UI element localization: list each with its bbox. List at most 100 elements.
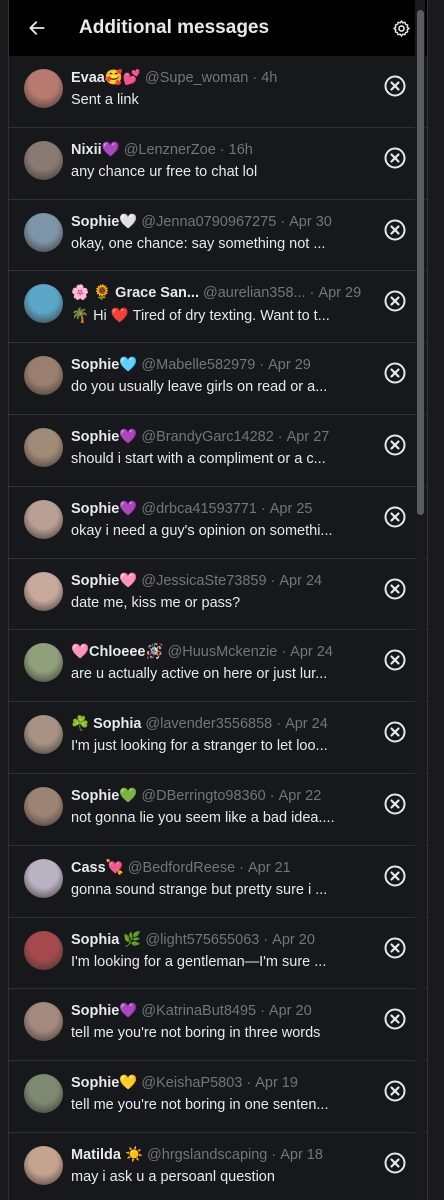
- sender-name[interactable]: Cass💘: [71, 859, 124, 876]
- dismiss-button[interactable]: [383, 720, 407, 744]
- sender-name[interactable]: Sophia 🌿: [71, 931, 141, 948]
- message-request-row[interactable]: 🌸 🌻 Grace San... @aurelian358... · Apr 2…: [9, 271, 427, 344]
- separator-dot: ·: [260, 1003, 265, 1020]
- avatar[interactable]: [24, 1074, 63, 1114]
- sender-name[interactable]: Sophie🤍: [71, 213, 137, 230]
- sender-handle: @JessicaSte73859: [141, 572, 267, 589]
- sender-name[interactable]: 🩷Chloeee🪅: [71, 643, 164, 660]
- dismiss-button[interactable]: [383, 792, 407, 816]
- avatar[interactable]: [24, 1002, 63, 1042]
- message-preview: okay i need a guy's opinion on somethi..…: [71, 522, 333, 539]
- message-request-row[interactable]: Sophie💜 @KatrinaBut8495 · Apr 20 tell me…: [9, 989, 427, 1062]
- avatar[interactable]: [24, 930, 63, 970]
- sender-handle: @BedfordReese: [127, 859, 236, 876]
- dismiss-button[interactable]: [383, 433, 407, 457]
- dismiss-button[interactable]: [383, 1007, 407, 1031]
- message-preview: tell me you're not boring in one senten.…: [71, 1097, 329, 1114]
- sender-name[interactable]: Sophie💛: [71, 1074, 137, 1091]
- message-meta: Sophie💜 @BrandyGarc14282 · Apr 27: [71, 428, 365, 448]
- separator-dot: ·: [271, 1146, 277, 1163]
- avatar[interactable]: [24, 356, 63, 396]
- arrow-left-icon: [29, 21, 45, 35]
- message-request-row[interactable]: Evaa🥰💕 @Supe_woman · 4h Sent a link: [9, 56, 427, 128]
- message-time: Apr 30: [289, 213, 332, 230]
- message-request-row[interactable]: Sophie💜 @drbca41593771 · Apr 25 okay i n…: [9, 487, 427, 559]
- dismiss-button[interactable]: [383, 864, 407, 888]
- message-request-row[interactable]: ☘️ Sophia @lavender3556858 · Apr 24 I'm …: [9, 702, 427, 774]
- sender-handle: @DBerringto98360: [141, 787, 266, 804]
- sender-name[interactable]: Sophie💚: [71, 787, 137, 804]
- dismiss-button[interactable]: [383, 1079, 407, 1103]
- dismiss-button[interactable]: [383, 648, 407, 672]
- scrollbar[interactable]: [415, 0, 425, 1200]
- sender-name[interactable]: Nixii💜: [71, 141, 120, 158]
- sender-name[interactable]: Sophie🩵: [71, 356, 137, 373]
- message-preview: I'm looking for a gentleman—I'm sure ...: [71, 953, 327, 970]
- avatar[interactable]: [24, 140, 63, 180]
- dismiss-button[interactable]: [383, 1151, 407, 1175]
- avatar[interactable]: [24, 858, 63, 898]
- message-request-row[interactable]: Sophie🤍 @Jenna0790967275 · Apr 30 okay, …: [9, 200, 427, 272]
- message-request-row[interactable]: Sophie💛 @KeishaP5803 · Apr 19 tell me yo…: [9, 1061, 427, 1133]
- message-time: Apr 25: [269, 500, 313, 517]
- dismiss-button[interactable]: [383, 361, 407, 385]
- sender-handle: @Supe_woman: [144, 70, 249, 86]
- message-content: 🩷Chloeee🪅 @HuusMckenzie · Apr 24 are u a…: [71, 643, 413, 682]
- sender-name[interactable]: Sophie🩷: [71, 572, 137, 589]
- message-request-row[interactable]: Sophie🩵 @Mabelle582979 · Apr 29 do you u…: [9, 343, 427, 415]
- scrollbar-thumb[interactable]: [417, 10, 424, 515]
- message-request-row[interactable]: Matilda ☀️ @hrgslandscaping · Apr 18 may…: [9, 1133, 427, 1200]
- message-content: Sophie🩵 @Mabelle582979 · Apr 29 do you u…: [71, 356, 413, 395]
- separator-dot: ·: [269, 787, 275, 804]
- sender-name[interactable]: 🌸 🌻 Grace San...: [71, 284, 199, 301]
- message-time: Apr 22: [278, 787, 322, 804]
- avatar[interactable]: [24, 427, 63, 467]
- message-content: Sophie💜 @drbca41593771 · Apr 25 okay i n…: [71, 500, 413, 539]
- message-time: Apr 20: [272, 931, 315, 948]
- sender-name[interactable]: Matilda ☀️: [71, 1146, 143, 1163]
- close-circle-icon: [384, 1008, 406, 1030]
- separator-dot: ·: [309, 285, 315, 302]
- message-request-row[interactable]: Sophie💜 @BrandyGarc14282 · Apr 27 should…: [9, 415, 427, 487]
- dismiss-button[interactable]: [383, 936, 407, 960]
- message-request-row[interactable]: Cass💘 @BedfordReese · Apr 21 gonna sound…: [9, 846, 427, 918]
- separator-dot: ·: [246, 1075, 252, 1092]
- message-request-row[interactable]: Sophia 🌿 @light575655063 · Apr 20 I'm lo…: [9, 918, 427, 990]
- message-time: Apr 18: [280, 1146, 323, 1163]
- avatar[interactable]: [24, 284, 63, 324]
- separator-dot: ·: [239, 859, 244, 876]
- message-preview: do you usually leave girls on read or a.…: [71, 379, 328, 396]
- message-meta: Sophie💜 @drbca41593771 · Apr 25: [71, 500, 365, 520]
- dismiss-button[interactable]: [383, 74, 407, 98]
- sender-name[interactable]: Sophie💜: [71, 500, 137, 517]
- sender-name[interactable]: ☘️ Sophia: [71, 715, 141, 732]
- message-content: Nixii💜 @LenznerZoe · 16h any chance ur f…: [71, 141, 413, 180]
- avatar[interactable]: [24, 499, 63, 539]
- avatar[interactable]: [24, 643, 63, 683]
- avatar[interactable]: [24, 1145, 63, 1185]
- dismiss-button[interactable]: [383, 146, 407, 170]
- avatar[interactable]: [24, 571, 63, 611]
- dismiss-button[interactable]: [383, 577, 407, 601]
- dismiss-button[interactable]: [383, 218, 407, 242]
- message-preview: okay, one chance: say something not ...: [71, 235, 326, 252]
- avatar[interactable]: [24, 786, 63, 826]
- sender-name[interactable]: Sophie💜: [71, 1002, 137, 1019]
- message-request-row[interactable]: 🩷Chloeee🪅 @HuusMckenzie · Apr 24 are u a…: [9, 630, 427, 703]
- avatar[interactable]: [24, 715, 63, 755]
- message-request-row[interactable]: Sophie💚 @DBerringto98360 · Apr 22 not go…: [9, 774, 427, 846]
- settings-button[interactable]: [387, 14, 415, 42]
- avatar[interactable]: [24, 69, 63, 108]
- dismiss-button[interactable]: [383, 289, 407, 313]
- close-circle-icon: [384, 506, 406, 528]
- dismiss-button[interactable]: [383, 505, 407, 529]
- message-request-row[interactable]: Nixii💜 @LenznerZoe · 16h any chance ur f…: [9, 128, 427, 200]
- sender-name[interactable]: Sophie💜: [71, 428, 137, 445]
- back-button[interactable]: [23, 14, 51, 42]
- avatar[interactable]: [24, 212, 63, 252]
- message-time: Apr 24: [290, 644, 333, 661]
- sender-handle: @BrandyGarc14282: [141, 428, 274, 445]
- message-request-row[interactable]: Sophie🩷 @JessicaSte73859 · Apr 24 date m…: [9, 559, 427, 631]
- message-time: Apr 21: [247, 859, 291, 876]
- sender-name[interactable]: Evaa🥰💕: [71, 69, 141, 86]
